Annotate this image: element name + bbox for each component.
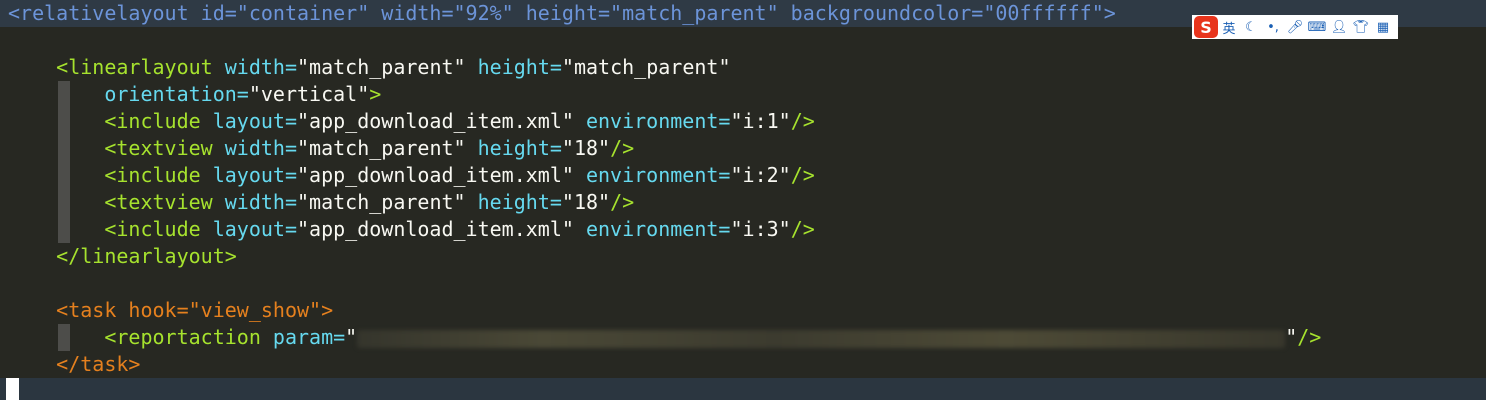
code-token: width= (212, 136, 297, 160)
code-line[interactable]: <include layout="app_download_item.xml" … (0, 216, 815, 243)
code-line[interactable] (0, 27, 8, 54)
code-token: "i:3" (730, 217, 791, 241)
microphone-icon[interactable]: 🎤︎ (1284, 20, 1306, 35)
code-token: /> (610, 136, 635, 160)
code-token: "18" (561, 136, 611, 160)
code-line[interactable]: <reportaction param=" "/> (0, 324, 1321, 351)
code-token: "app_download_item.xml" (296, 217, 574, 241)
code-token: layout= (200, 217, 297, 241)
code-token: "18" (561, 190, 611, 214)
redacted-value (357, 329, 1286, 348)
code-line[interactable]: orientation="vertical"> (0, 81, 381, 108)
code-token: "match_parent" (297, 190, 466, 214)
code-line[interactable]: <textview width="match_parent" height="1… (0, 135, 634, 162)
text-cursor (6, 378, 19, 400)
code-token: environment= (573, 109, 731, 133)
keyboard-icon[interactable]: ⌨ (1306, 20, 1328, 35)
code-token: width= (212, 55, 298, 79)
moon-icon[interactable]: ☾ (1240, 20, 1262, 35)
code-line[interactable]: <linearlayout width="match_parent" heigh… (0, 54, 731, 81)
code-token: " (345, 325, 358, 349)
code-token: environment= (573, 163, 731, 187)
language-toggle-button[interactable]: 英 (1218, 18, 1240, 37)
code-line[interactable]: </linearlayout> (0, 243, 237, 270)
code-token: /> (790, 163, 815, 187)
sogou-logo-icon[interactable]: S (1194, 16, 1218, 38)
code-token: </linearlayout> (56, 244, 237, 268)
code-token: /> (1297, 325, 1322, 349)
code-line[interactable]: <task hook="view_show"> (0, 297, 333, 324)
code-token: <linearlayout (56, 55, 213, 79)
punctuation-icon[interactable]: •, (1262, 20, 1284, 35)
code-token: "vertical" (248, 82, 370, 106)
ime-toolbar[interactable]: S 英 ☾ •, 🎤︎ ⌨ 👤︎ 👕︎ ▦ (1192, 15, 1398, 39)
code-line[interactable]: </task> (0, 351, 140, 378)
shirt-icon[interactable]: 👕︎ (1350, 20, 1372, 35)
code-token: "app_download_item.xml" (296, 163, 574, 187)
code-token: "match_parent" (297, 55, 466, 79)
code-token: /> (610, 190, 635, 214)
code-token: <include (104, 109, 201, 133)
code-token: height= (465, 190, 562, 214)
code-token: <textview (104, 136, 213, 160)
grid-icon[interactable]: ▦ (1372, 20, 1394, 35)
code-token: <task hook="view_show"> (56, 298, 334, 322)
code-token: height= (465, 136, 562, 160)
code-line[interactable]: <textview width="match_parent" height="1… (0, 189, 634, 216)
code-token: environment= (573, 217, 731, 241)
code-token: orientation= (104, 82, 249, 106)
code-token: > (369, 82, 382, 106)
code-token: " (1285, 325, 1298, 349)
code-token: <include (104, 217, 201, 241)
code-token: "app_download_item.xml" (296, 109, 574, 133)
code-token: /> (790, 217, 815, 241)
code-token: width= (212, 190, 297, 214)
code-token: "match_parent" (561, 55, 731, 79)
code-token: <relativelayout id="container" width="92… (8, 1, 1116, 25)
code-token: "i:2" (730, 163, 791, 187)
code-line[interactable]: <include layout="app_download_item.xml" … (0, 108, 815, 135)
code-token: </task> (56, 352, 141, 376)
code-line[interactable]: <include layout="app_download_item.xml" … (0, 162, 815, 189)
code-token: layout= (200, 163, 297, 187)
code-token: layout= (200, 109, 297, 133)
status-bar (0, 378, 1486, 400)
code-token: "match_parent" (297, 136, 466, 160)
code-token: <include (104, 163, 201, 187)
code-token: height= (465, 55, 562, 79)
code-line[interactable] (0, 270, 8, 297)
code-token: param= (260, 325, 346, 349)
code-token: "i:1" (730, 109, 791, 133)
code-editor[interactable]: <relativelayout id="container" width="92… (0, 0, 1486, 378)
code-token: <textview (104, 190, 213, 214)
user-icon[interactable]: 👤︎ (1328, 20, 1350, 35)
code-token: <reportaction (104, 325, 261, 349)
code-token: /> (790, 109, 815, 133)
